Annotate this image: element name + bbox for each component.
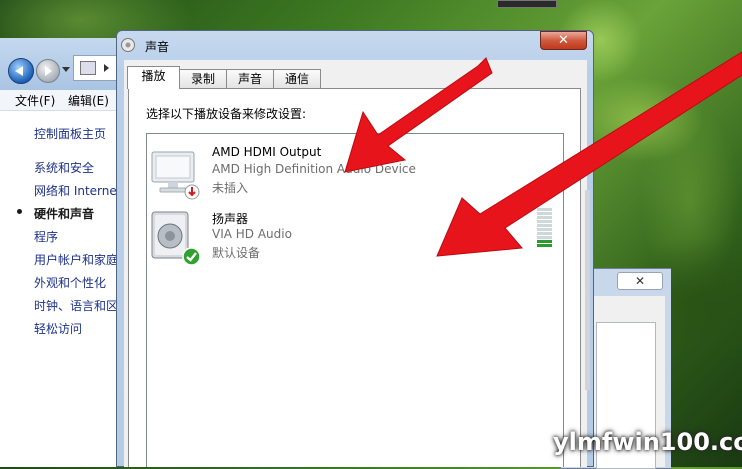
sidebar-item-home[interactable]: 控制面板主页 [34,125,106,142]
volume-level-meter [537,208,552,248]
device-name-hdmi[interactable]: AMD HDMI Output [212,145,321,159]
meter-segment [537,232,552,235]
unplugged-badge-icon [184,184,200,200]
device-driver-hdmi: AMD High Definition Audio Device [212,162,416,176]
meter-segment [537,244,552,247]
meter-segment [537,216,552,219]
sidebar-item-appearance[interactable]: 外观和个性化 [34,274,106,291]
sound-app-icon [121,38,135,52]
close-button[interactable]: ✕ [540,31,587,50]
meter-segment [537,212,552,215]
meter-segment [537,220,552,223]
default-check-badge-icon [182,247,201,266]
tab-sounds[interactable]: 声音 [226,69,274,88]
forward-button[interactable] [36,59,60,83]
device-name-speaker[interactable]: 扬声器 [212,210,248,227]
meter-segment [537,228,552,231]
dialog-title: 声音 [145,40,170,54]
menu-file[interactable]: 文件(F) [15,92,55,109]
sidebar-item-hardware-sound[interactable]: 硬件和声音 [34,205,94,222]
secondary-close-button[interactable]: ✕ [617,272,663,290]
meter-segment [537,240,552,243]
chevron-right-icon[interactable] [104,64,109,72]
meter-segment [537,224,552,227]
tab-communications[interactable]: 通信 [273,69,321,88]
dialog-edge [585,190,590,390]
sidebar-item-programs[interactable]: 程序 [34,228,58,245]
meter-segment [537,208,552,211]
taskbar-thumbnail [497,0,557,8]
active-bullet-icon [17,209,22,214]
back-button[interactable] [8,58,34,84]
sidebar-item-network[interactable]: 网络和 Internet [34,182,121,199]
device-status-speaker: 默认设备 [212,246,261,260]
control-panel-icon [80,61,96,75]
sidebar-item-user-accounts[interactable]: 用户帐户和家庭 [34,251,118,268]
tab-recording[interactable]: 录制 [179,69,227,88]
device-list[interactable] [146,133,564,467]
control-panel-window: 文件(F) 编辑(E) 控制面板主页 系统和安全 网络和 Internet 硬件… [0,38,125,467]
instruction-text: 选择以下播放设备来修改设置: [146,107,307,121]
sidebar-item-ease-of-access[interactable]: 轻松访问 [34,320,82,337]
menu-bar: 文件(F) 编辑(E) [0,90,125,111]
sidebar-item-system-security[interactable]: 系统和安全 [34,159,94,176]
meter-segment [537,236,552,239]
device-driver-speaker: VIA HD Audio [212,227,292,241]
menu-edit[interactable]: 编辑(E) [68,92,109,109]
watermark-text: ylmfwin100.com [553,428,742,456]
history-dropdown-icon[interactable] [62,67,70,72]
sidebar-item-clock-language[interactable]: 时钟、语言和区 [34,297,118,314]
tab-playback[interactable]: 播放 [127,66,180,89]
control-panel-sidebar: 控制面板主页 系统和安全 网络和 Internet 硬件和声音 程序 用户帐户和… [0,111,125,467]
device-status-hdmi: 未插入 [212,181,249,195]
